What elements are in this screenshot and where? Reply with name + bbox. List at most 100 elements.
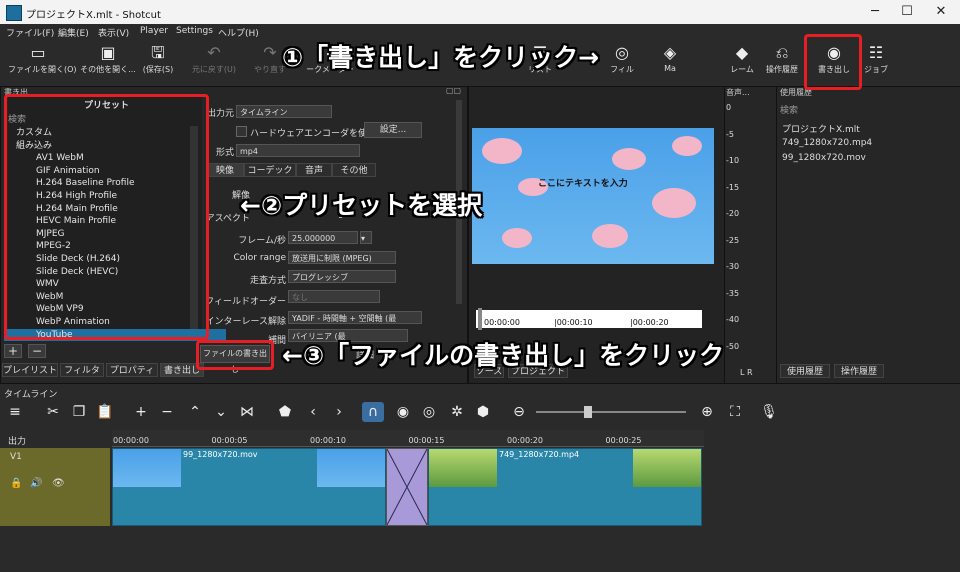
copy-icon[interactable]: ❐ (68, 402, 90, 422)
timeline-title: タイムライン (4, 390, 58, 400)
timeline-tick-label: 00:00:10 (310, 436, 346, 445)
remove-preset-button[interactable]: − (28, 344, 46, 358)
tab-video[interactable]: 映像 (206, 163, 244, 177)
overwrite-icon[interactable]: ⌄ (210, 402, 232, 422)
color-range-select[interactable]: 放送用に制限 (MPEG) (288, 251, 396, 264)
zoom-slider-handle[interactable] (584, 406, 592, 418)
menu-edit[interactable]: 編集(E) (58, 26, 89, 39)
fps-input[interactable]: 25.000000 (288, 231, 358, 244)
history-icon: ⎌ (775, 43, 789, 62)
annotation-step1: ①「書き出し」をクリック→ (282, 43, 600, 72)
next-marker-icon[interactable]: › (328, 402, 350, 422)
record-audio-icon[interactable]: 🎙 (758, 402, 780, 422)
menu-file[interactable]: ファイル(F) (6, 26, 54, 39)
timeline-tick-label: 00:00:00 (113, 436, 149, 445)
meter-scale-label: -5 (726, 129, 734, 139)
maximize-button[interactable]: ☐ (892, 3, 922, 21)
transition-clip[interactable] (386, 448, 428, 526)
output-select[interactable]: タイムライン (236, 105, 332, 118)
settings-button[interactable]: 設定... (364, 122, 422, 138)
zoom-in-icon[interactable]: ⊕ (696, 402, 718, 422)
timeline-clip-2[interactable]: 749_1280x720.mp4 (428, 448, 702, 526)
hw-encoder-checkbox[interactable] (236, 126, 247, 137)
ripple-all-icon[interactable]: ✲ (446, 402, 468, 422)
folder-icon: ▭ (30, 43, 46, 62)
remove-icon[interactable]: − (156, 402, 178, 422)
minimize-button[interactable]: ─ (860, 3, 890, 21)
zoom-fit-icon[interactable]: ⛶ (724, 402, 746, 422)
undo-icon: ↶ (207, 43, 221, 62)
mute-icon[interactable]: 🔊 (30, 478, 42, 489)
fps-dropdown[interactable]: ▾ (360, 231, 372, 244)
annotation-step2: ←②プリセットを選択 (240, 191, 483, 220)
meter-scale-label: -50 (726, 341, 740, 351)
video-preview: ここにテキストを入力 (472, 128, 714, 264)
timeline-menu-icon[interactable]: ≡ (4, 402, 26, 422)
tab-other[interactable]: その他 (332, 163, 376, 177)
transition-icon (386, 448, 428, 526)
snap-icon[interactable]: ∩ (362, 402, 384, 422)
scrub-icon[interactable]: ◉ (392, 402, 414, 422)
timeline-clip-1[interactable]: 99_1280x720.mov (112, 448, 386, 526)
prev-marker-icon[interactable]: ‹ (302, 402, 324, 422)
scan-select[interactable]: プログレッシブ (288, 270, 396, 283)
playhead[interactable] (478, 308, 482, 330)
audio-meter-title: 音声... (726, 88, 750, 97)
lock-icon[interactable]: 🔒 (10, 478, 22, 489)
format-select[interactable]: mp4 (236, 144, 360, 157)
meter-scale-label: -10 (726, 156, 740, 165)
deinterlace-label: インターレース解除 (205, 317, 286, 327)
app-logo-icon (6, 5, 22, 21)
ripple-icon[interactable]: ◎ (418, 402, 440, 422)
meter-scale-label: -30 (726, 262, 740, 271)
annotation-step3: ←③「ファイルの書き出し」をクリック (282, 341, 725, 370)
window-title: プロジェクトX.mlt - Shotcut (26, 10, 161, 21)
ripple-markers-icon[interactable]: ⬢ (472, 402, 494, 422)
recent-item[interactable]: プロジェクトX.mlt (782, 122, 860, 135)
save-button[interactable]: 🖫 (保存(S) (128, 42, 188, 75)
close-button[interactable]: ✕ (926, 3, 956, 21)
tab-codec[interactable]: コーデック (244, 163, 296, 177)
annotation-box-export-file (196, 340, 274, 370)
marker-icon[interactable]: ⬟ (274, 402, 296, 422)
undo-button[interactable]: ↶ 元に戻す(U) (184, 42, 244, 75)
tab-properties[interactable]: プロパティ (106, 363, 158, 377)
zoom-slider[interactable] (536, 411, 686, 413)
clip-name: 749_1280x720.mp4 (499, 450, 580, 459)
fps-label: フレーム/秒 (238, 236, 286, 246)
append-icon[interactable]: + (130, 402, 152, 422)
split-icon[interactable]: ⋈ (236, 402, 258, 422)
marker-icon: ◈ (663, 43, 677, 62)
tab-audio[interactable]: 音声 (296, 163, 332, 177)
tab-filter[interactable]: フィルタ (60, 363, 104, 377)
recent-item[interactable]: 749_1280x720.mp4 (782, 138, 872, 148)
timeline-tick-label: 00:00:15 (408, 436, 445, 445)
markers-button[interactable]: ◈ Ma (640, 42, 700, 73)
menu-view[interactable]: 表示(V) (98, 26, 129, 39)
recent-item[interactable]: 99_1280x720.mov (782, 153, 866, 163)
meter-scale-label: -20 (726, 209, 740, 218)
menu-settings[interactable]: Settings (176, 26, 213, 36)
cut-icon[interactable]: ✂ (42, 402, 64, 422)
annotation-box-presets (4, 94, 209, 340)
hw-encoder-label: ハードウェアエンコーダを使用 (250, 129, 377, 139)
tab-recent[interactable]: 使用履歴 (780, 364, 830, 378)
history-button[interactable]: ⎌ 操作履歴 (752, 42, 812, 75)
tab-playlist[interactable]: プレイリスト (2, 363, 58, 377)
lift-icon[interactable]: ⌃ (184, 402, 206, 422)
dock-float-icon[interactable]: ▢▢ (446, 86, 461, 95)
open-file-button[interactable]: ▭ ファイルを開く(O) (8, 42, 77, 75)
paste-icon[interactable]: 📋 (94, 402, 116, 422)
add-preset-button[interactable]: + (4, 344, 22, 358)
recent-search[interactable]: 検索 (780, 103, 798, 116)
menu-player[interactable]: Player (140, 26, 168, 36)
visibility-icon[interactable]: 👁 (52, 478, 65, 489)
meter-scale-label: -35 (726, 288, 740, 298)
timeline-output-label: 出力 (8, 437, 27, 447)
tab-history[interactable]: 操作履歴 (834, 364, 884, 378)
field-order-select[interactable]: なし (288, 290, 380, 303)
zoom-out-icon[interactable]: ⊖ (508, 402, 530, 422)
deinterlace-select[interactable]: YADIF - 時間軸 + 空間軸 (最 (288, 311, 422, 324)
menu-help[interactable]: ヘルプ(H) (218, 26, 259, 39)
timeline-tick-label: 00:00:20 (507, 436, 543, 445)
